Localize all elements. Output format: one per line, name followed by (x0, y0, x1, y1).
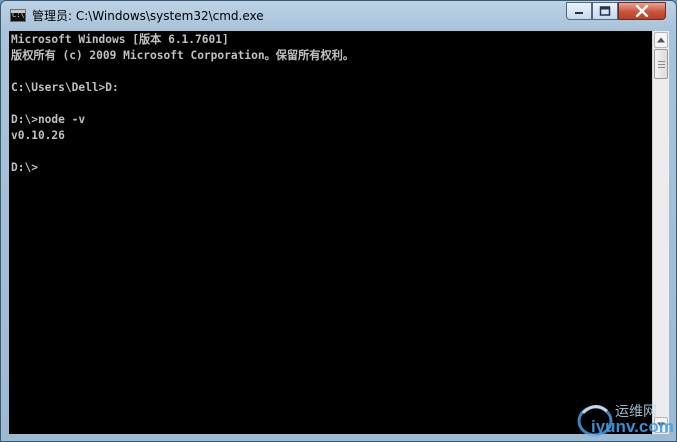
watermark: 运维网 iyunv.com (569, 397, 674, 441)
minimize-icon (575, 12, 583, 14)
arrow-up-icon (657, 37, 665, 43)
console-line: D:\>node -v (11, 113, 86, 126)
close-icon (635, 5, 649, 17)
console-line: Microsoft Windows [版本 6.1.7601] (11, 33, 229, 46)
close-button[interactable] (618, 2, 666, 20)
minimize-button[interactable] (566, 2, 592, 20)
cmd-window: C:\ 管理员: C:\Windows\system32\cmd.exe Mic… (0, 0, 677, 442)
console-output[interactable]: Microsoft Windows [版本 6.1.7601] 版权所有 (c)… (9, 31, 652, 434)
cmd-app-icon[interactable]: C:\ (10, 9, 26, 22)
cmd-app-icon-text: C:\ (12, 11, 25, 19)
window-title: 管理员: C:\Windows\system32\cmd.exe (32, 9, 264, 23)
grip-line (658, 64, 665, 65)
console-line: C:\Users\Dell>D: (11, 81, 119, 94)
console-prompt-line: D:\> (11, 161, 38, 174)
console-line: v0.10.26 (11, 129, 65, 142)
scrollbar-thumb[interactable] (654, 49, 668, 79)
title-bar[interactable]: C:\ 管理员: C:\Windows\system32\cmd.exe (1, 1, 676, 31)
grip-line (658, 61, 665, 62)
scroll-up-button[interactable] (654, 32, 668, 48)
console-line: 版权所有 (c) 2009 Microsoft Corporation。保留所有… (11, 49, 355, 62)
grip-line (658, 67, 665, 68)
maximize-button[interactable] (592, 2, 618, 20)
maximize-icon (599, 6, 611, 16)
vertical-scrollbar[interactable] (652, 31, 669, 434)
watermark-url-text: iyunv.com (591, 417, 674, 436)
